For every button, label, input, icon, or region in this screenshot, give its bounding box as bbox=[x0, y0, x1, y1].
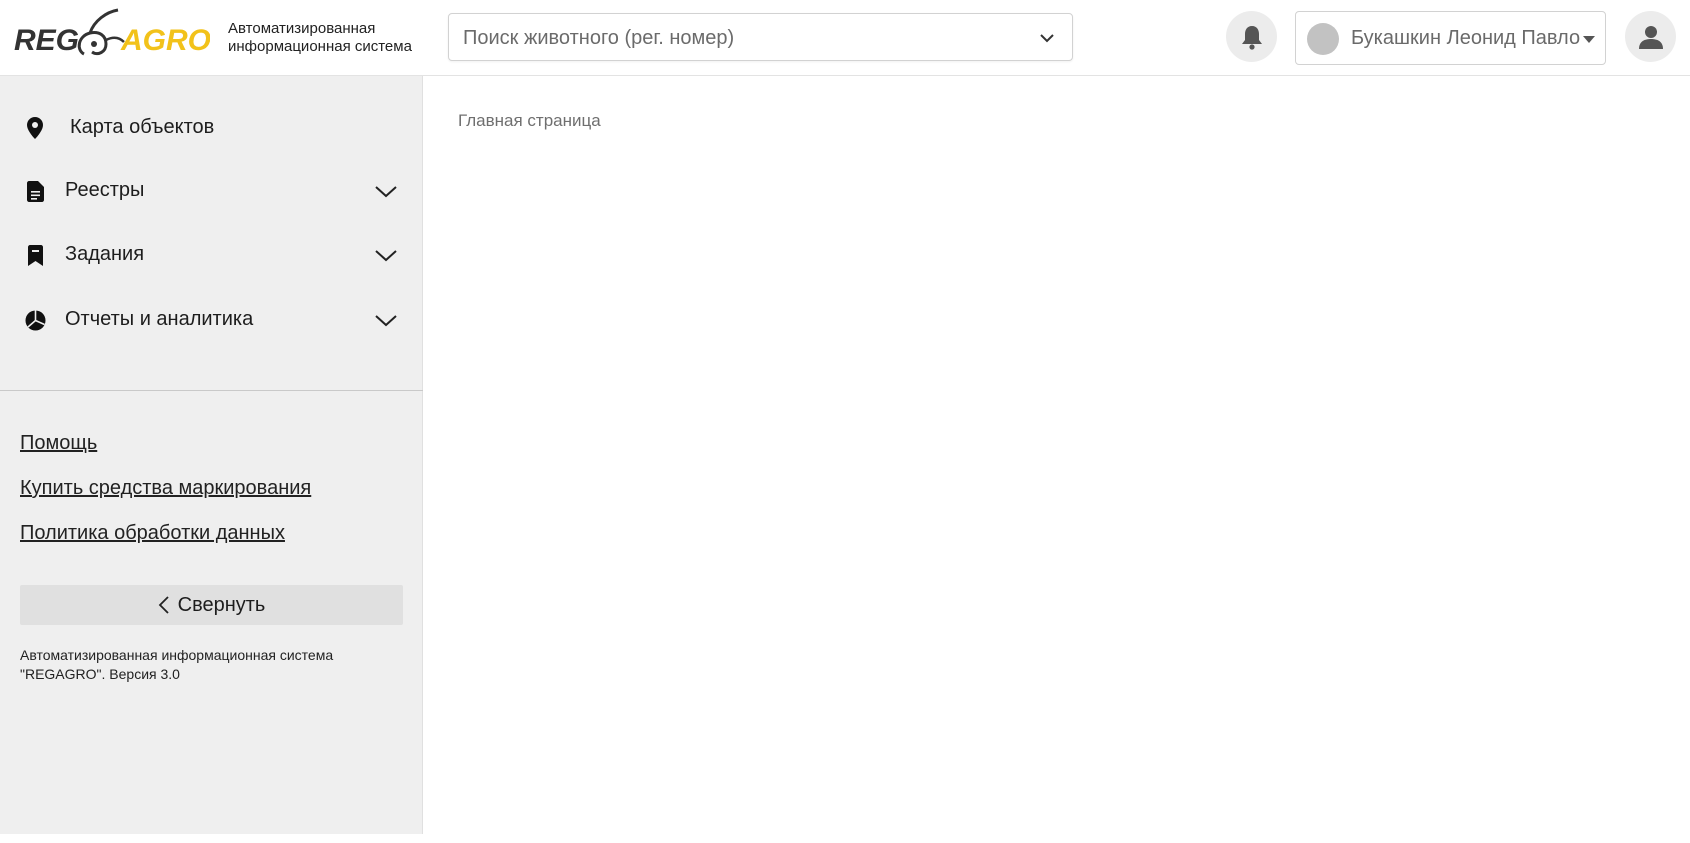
help-link[interactable]: Помощь bbox=[20, 432, 97, 455]
version-info-line2: "REGAGRO". Версия 3.0 bbox=[20, 666, 180, 682]
profile-button[interactable] bbox=[1625, 11, 1676, 62]
sidebar: Карта объектов Реестры Задания Отчеты и … bbox=[0, 76, 423, 834]
logo-text-reg: REG bbox=[14, 24, 79, 57]
animal-search[interactable] bbox=[448, 13, 1073, 61]
sidebar-item-label: Отчеты и аналитика bbox=[65, 308, 254, 330]
map-marker-icon bbox=[24, 116, 46, 140]
logo-text-agro: AGRO bbox=[120, 24, 210, 57]
sidebar-item-tasks[interactable]: Задания bbox=[0, 230, 423, 280]
privacy-policy-link[interactable]: Политика обработки данных bbox=[20, 522, 285, 545]
chevron-down-icon[interactable] bbox=[374, 310, 398, 330]
version-info-line1: Автоматизированная информационная систем… bbox=[20, 647, 334, 663]
avatar bbox=[1307, 23, 1339, 55]
caret-down-icon bbox=[1583, 36, 1595, 43]
user-name: Букашкин Леонид Павло bbox=[1351, 27, 1581, 49]
user-icon bbox=[1638, 25, 1663, 49]
sidebar-item-map[interactable]: Карта объектов bbox=[0, 103, 423, 153]
system-subtitle-line1: Автоматизированная bbox=[228, 20, 376, 37]
sidebar-item-label: Карта объектов bbox=[70, 116, 215, 138]
animal-search-input[interactable] bbox=[463, 24, 1023, 52]
collapse-label: Свернуть bbox=[177, 593, 266, 616]
sidebar-item-label: Реестры bbox=[65, 179, 145, 201]
regagro-logo-icon: REG AGRO bbox=[14, 8, 211, 57]
pie-chart-icon bbox=[24, 308, 46, 332]
top-header: REG AGRO Автоматизированная информационн… bbox=[0, 0, 1690, 76]
bookmark-icon bbox=[24, 243, 46, 267]
chevron-down-icon[interactable] bbox=[374, 181, 398, 201]
user-menu-dropdown[interactable]: Букашкин Леонид Павло bbox=[1295, 11, 1606, 65]
sidebar-item-reports[interactable]: Отчеты и аналитика bbox=[0, 295, 423, 345]
buy-marking-link[interactable]: Купить средства маркирования bbox=[20, 477, 311, 500]
system-subtitle: Автоматизированная информационная систем… bbox=[228, 20, 412, 56]
collapse-sidebar-button[interactable]: Свернуть bbox=[20, 585, 403, 625]
sidebar-item-label: Задания bbox=[65, 243, 145, 265]
sidebar-divider bbox=[0, 390, 423, 391]
breadcrumb: Главная страница bbox=[458, 111, 601, 130]
system-subtitle-line2: информационная система bbox=[228, 38, 412, 55]
sidebar-item-registries[interactable]: Реестры bbox=[0, 166, 423, 216]
version-info: Автоматизированная информационная систем… bbox=[20, 646, 400, 684]
regagro-logo[interactable]: REG AGRO bbox=[14, 6, 211, 66]
notifications-button[interactable] bbox=[1226, 11, 1277, 62]
bell-icon bbox=[1241, 25, 1262, 50]
document-icon bbox=[24, 179, 46, 203]
chevron-down-icon[interactable] bbox=[1038, 29, 1056, 47]
chevron-down-icon[interactable] bbox=[374, 245, 398, 265]
chevron-left-icon bbox=[158, 596, 169, 614]
